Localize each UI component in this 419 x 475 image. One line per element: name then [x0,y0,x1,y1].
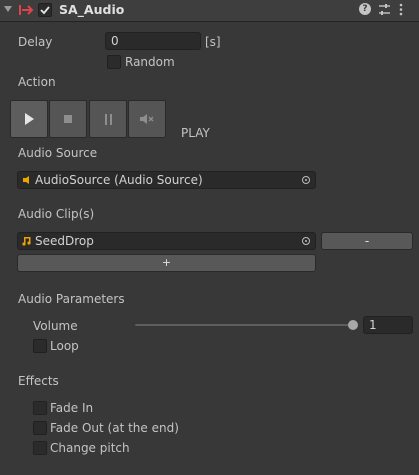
pause-icon-bar [109,113,112,125]
script-component-icon [18,3,35,20]
action-label: Action [18,75,56,89]
fade-in-checkbox[interactable] [33,401,47,415]
help-icon[interactable]: ? [359,3,371,15]
object-picker-icon[interactable] [297,233,315,249]
random-label: Random [125,55,175,69]
volume-label: Volume [33,319,78,333]
mute-button[interactable] [128,100,166,138]
action-status: PLAY [181,126,210,140]
random-checkbox[interactable] [107,55,121,69]
fade-out-checkbox[interactable] [33,421,47,435]
volume-input[interactable]: 1 [363,316,413,334]
object-picker-icon[interactable] [297,172,315,188]
delay-input[interactable]: 0 [105,32,201,50]
delay-label: Delay [18,35,53,49]
loop-checkbox[interactable] [33,339,47,353]
preset-icon[interactable] [378,3,391,19]
audio-clip-value: SeedDrop [35,234,94,248]
play-icon [24,113,34,125]
mute-icon [140,114,154,124]
audio-parameters-label: Audio Parameters [18,292,125,306]
stop-icon [64,115,72,123]
volume-slider[interactable] [135,318,358,332]
volume-slider-track [135,324,353,326]
delay-unit: [s] [205,35,221,49]
stop-button[interactable] [49,100,87,138]
volume-slider-handle[interactable] [348,320,358,330]
add-clip-button[interactable]: + [17,254,316,272]
change-pitch-label: Change pitch [50,441,130,455]
audio-clip-field[interactable]: SeedDrop [17,232,316,250]
more-icon[interactable] [398,3,404,19]
change-pitch-checkbox[interactable] [33,441,47,455]
component-header: SA_Audio ? [0,0,419,22]
play-button[interactable] [10,100,48,138]
audio-clips-label: Audio Clip(s) [18,207,95,221]
effects-label: Effects [18,374,59,388]
component-title: SA_Audio [59,2,125,17]
component-enabled-checkbox[interactable] [38,3,52,17]
fade-in-label: Fade In [50,401,94,415]
pause-icon [104,113,107,125]
audio-source-label: Audio Source [18,146,98,160]
audio-source-field[interactable]: AudioSource (Audio Source) [17,171,316,189]
audio-clip-icon [22,237,31,246]
remove-clip-button[interactable]: - [321,232,413,250]
action-button-group [10,100,170,138]
foldout-arrow-icon[interactable] [4,6,12,12]
audio-source-value: AudioSource (Audio Source) [35,173,203,187]
fade-out-label: Fade Out (at the end) [50,421,179,435]
audio-source-icon [23,176,29,184]
pause-button[interactable] [89,100,127,138]
loop-label: Loop [50,339,79,353]
